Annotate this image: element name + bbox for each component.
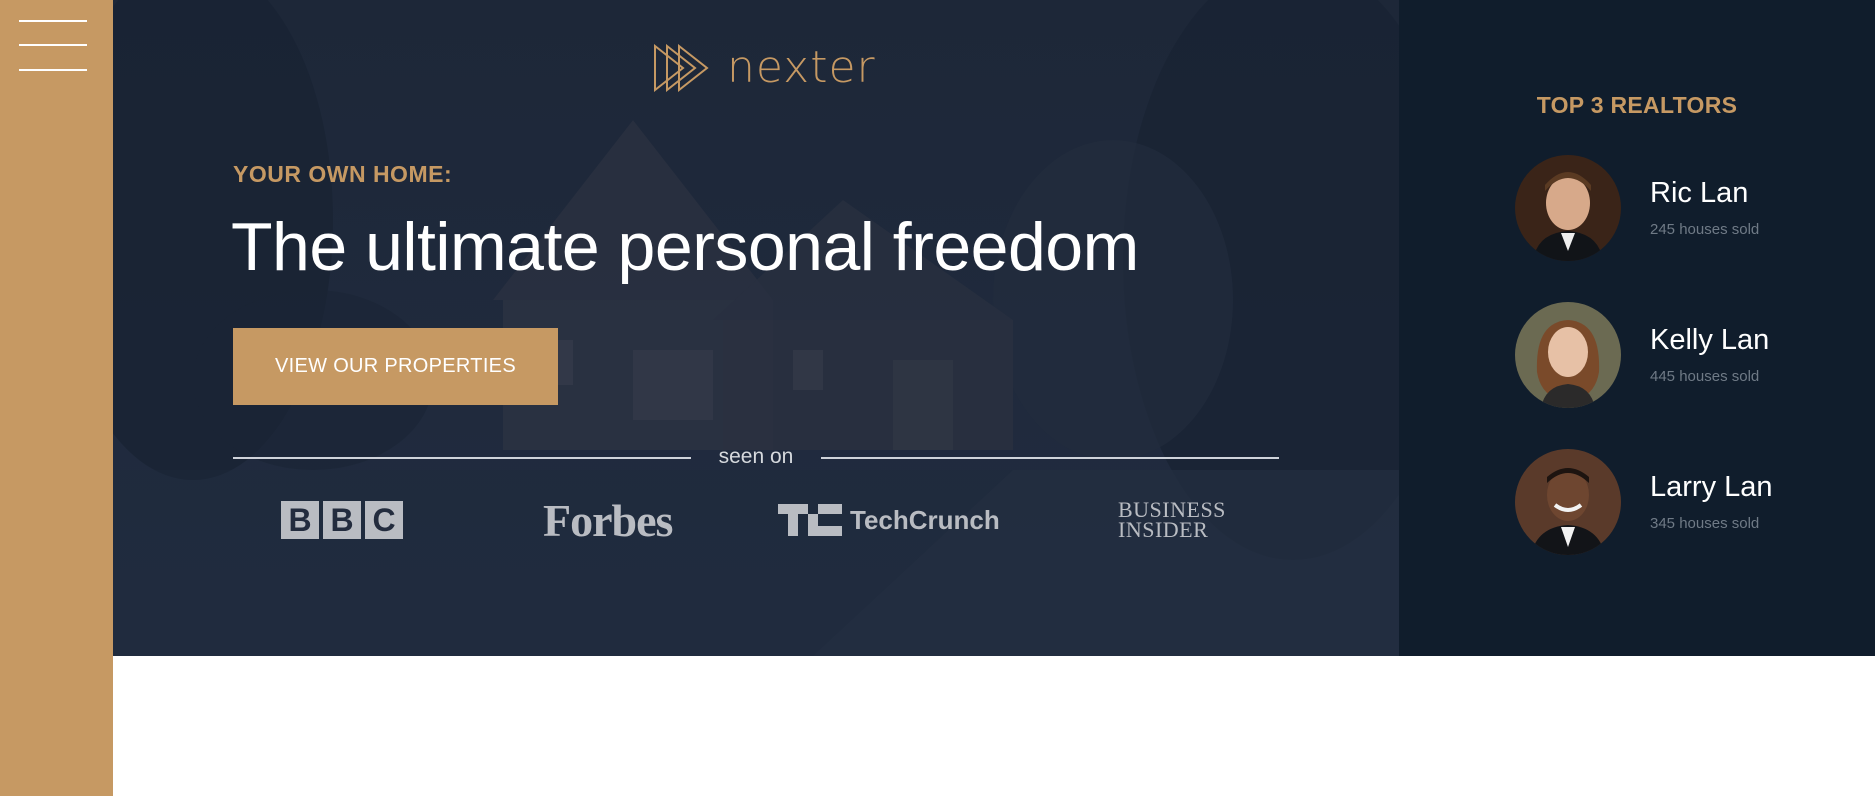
techcrunch-text: TechCrunch — [850, 504, 1000, 535]
avatar — [1515, 302, 1621, 408]
business-insider-logo: BUSINESS INSIDER — [1118, 495, 1226, 545]
brand-logo[interactable]: nexter — [653, 42, 876, 93]
divider-line-left — [233, 457, 691, 459]
avatar — [1515, 449, 1621, 555]
view-properties-button[interactable]: VIEW OUR PROPERTIES — [233, 328, 558, 405]
realtor-photo — [1515, 302, 1621, 408]
avatar — [1515, 155, 1621, 261]
hero-content: nexter YOUR OWN HOME: The ultimate perso… — [113, 0, 1399, 656]
realtor-houses-sold: 345 houses sold — [1650, 515, 1760, 532]
page: nexter YOUR OWN HOME: The ultimate perso… — [0, 0, 1875, 796]
realtors-title: TOP 3 REALTORS — [1536, 92, 1738, 118]
divider-line-right — [821, 457, 1279, 459]
press-logos: B B C Forbes TechCrunch BUSINESS INSIDER — [233, 494, 1279, 546]
techcrunch-mark-icon — [778, 504, 842, 536]
hamburger-menu-icon[interactable] — [19, 20, 87, 72]
triple-play-triangle-icon — [654, 43, 709, 92]
realtor-photo — [1515, 449, 1621, 555]
brand-name: nexter — [727, 42, 876, 93]
hero-title: The ultimate personal freedom — [231, 209, 1139, 285]
realtor-name: Ric Lan — [1650, 177, 1749, 209]
menu-line — [19, 69, 87, 71]
realtor-card[interactable]: Kelly Lan 445 houses sold — [1515, 302, 1855, 408]
realtor-houses-sold: 445 houses sold — [1650, 368, 1760, 385]
realtor-card[interactable]: Ric Lan 245 houses sold — [1515, 155, 1855, 261]
seen-on-divider: seen on — [233, 445, 1279, 469]
realtor-name: Larry Lan — [1650, 471, 1773, 503]
menu-line — [19, 20, 87, 22]
realtor-name: Kelly Lan — [1650, 324, 1770, 356]
realtor-houses-sold: 245 houses sold — [1650, 221, 1760, 238]
bbc-letter: B — [323, 501, 361, 539]
forbes-logo: Forbes — [543, 494, 673, 546]
bbc-letter: C — [365, 501, 403, 539]
main-content-area — [113, 656, 1875, 796]
realtor-photo — [1515, 155, 1621, 261]
hero-subtitle: YOUR OWN HOME: — [233, 161, 453, 187]
menu-line — [19, 44, 87, 46]
seen-on-label: seen on — [718, 445, 794, 468]
hero-header: nexter YOUR OWN HOME: The ultimate perso… — [113, 0, 1399, 656]
bi-line-2: INSIDER — [1118, 517, 1209, 542]
sidebar — [0, 0, 113, 796]
bbc-letter: B — [281, 501, 319, 539]
bbc-logo: B B C — [281, 495, 403, 545]
realtor-card[interactable]: Larry Lan 345 houses sold — [1515, 449, 1855, 555]
realtors-panel: TOP 3 REALTORS Ric Lan 245 houses sold K… — [1399, 0, 1875, 656]
techcrunch-logo: TechCrunch — [778, 495, 1000, 545]
